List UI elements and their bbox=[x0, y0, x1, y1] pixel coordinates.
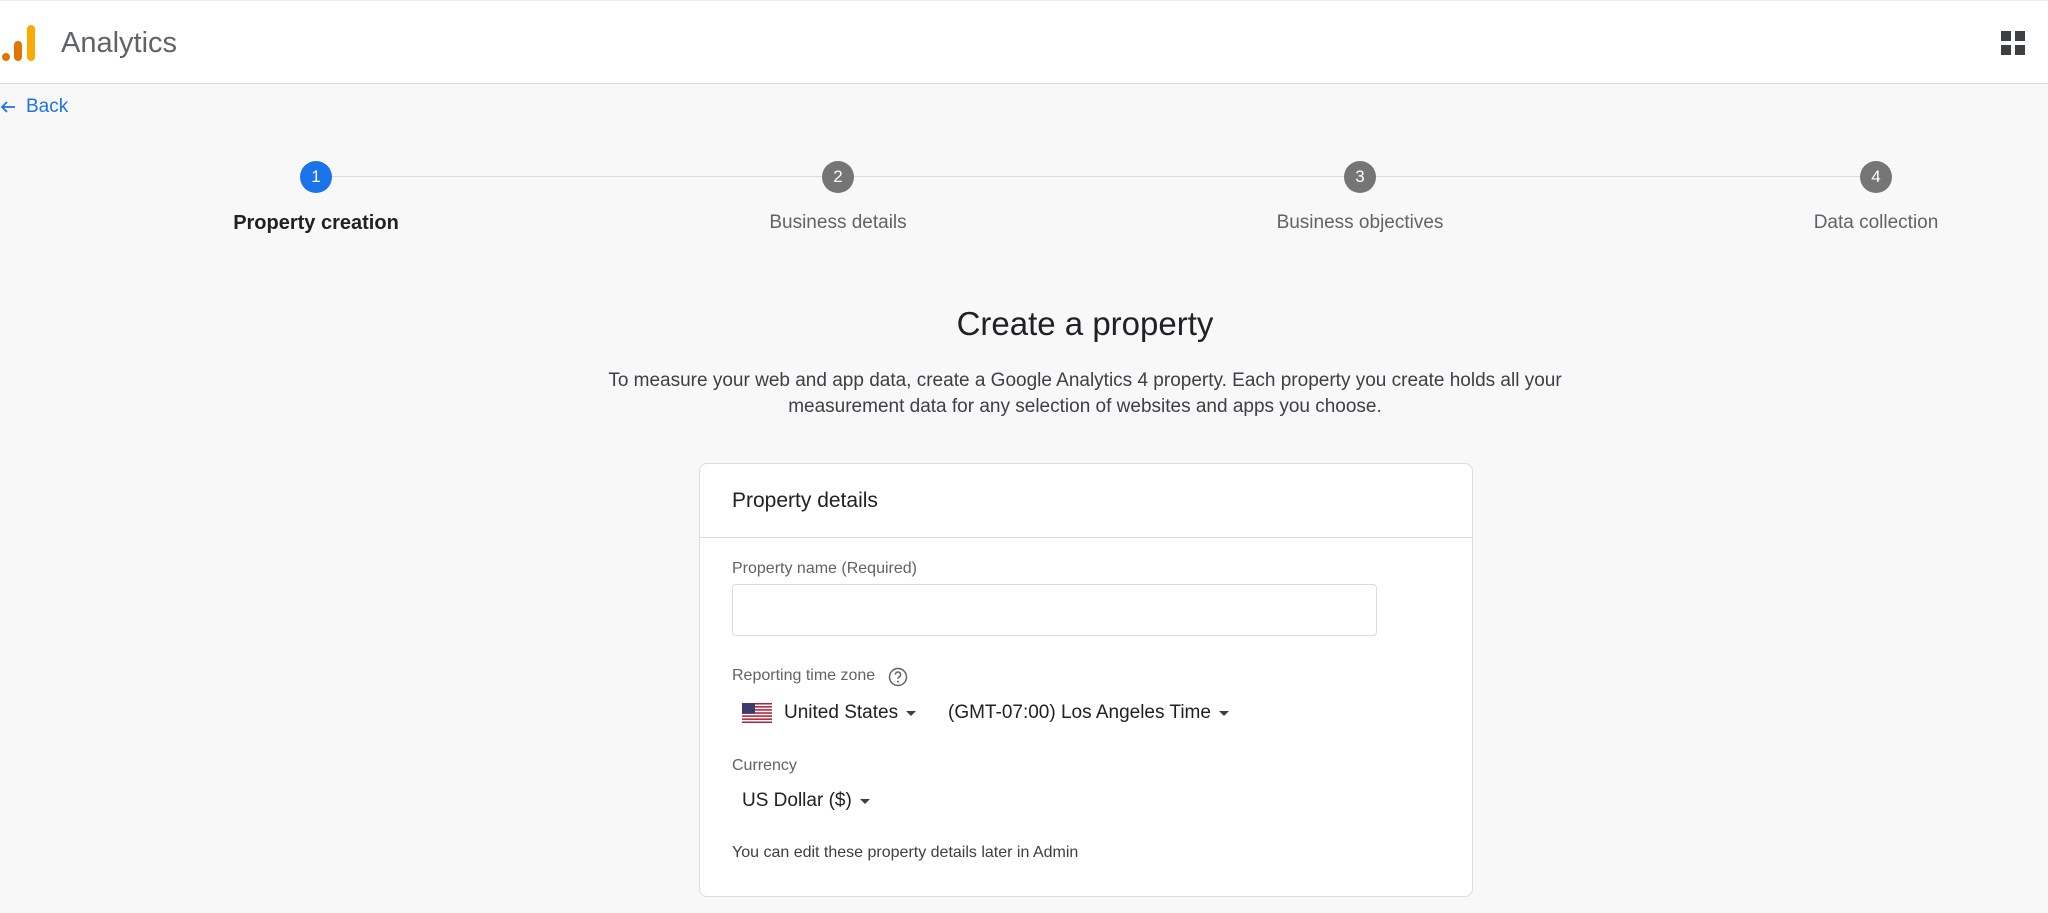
stepper: 1 2 3 4 Property creation Business detai… bbox=[0, 0, 2048, 260]
step-connector bbox=[854, 176, 1344, 177]
step-2-indicator: 2 bbox=[822, 161, 854, 193]
step-4-indicator: 4 bbox=[1860, 161, 1892, 193]
currency-value: US Dollar ($) bbox=[742, 790, 852, 811]
timezone-label: Reporting time zone bbox=[732, 667, 876, 684]
step-4-label: Data collection bbox=[1813, 212, 1939, 233]
property-name-input[interactable] bbox=[732, 584, 1377, 636]
edit-later-note: You can edit these property details late… bbox=[732, 844, 1079, 861]
us-flag-icon bbox=[742, 703, 772, 723]
step-connector bbox=[1376, 176, 1860, 177]
country-value: United States bbox=[784, 702, 899, 723]
caret-down-icon bbox=[1218, 710, 1229, 716]
timezone-dropdown[interactable]: (GMT-07:00) Los Angeles Time bbox=[948, 698, 1229, 728]
country-dropdown[interactable]: United States bbox=[742, 698, 917, 728]
property-details-card: Property details Property name (Required… bbox=[699, 463, 1473, 897]
help-icon[interactable] bbox=[888, 667, 908, 687]
step-3-label: Business objectives bbox=[1276, 212, 1444, 233]
caret-down-icon bbox=[859, 798, 870, 804]
step-2-label: Business details bbox=[769, 212, 907, 233]
currency-dropdown[interactable]: US Dollar ($) bbox=[742, 786, 870, 816]
step-connector bbox=[332, 176, 822, 177]
step-3-indicator: 3 bbox=[1344, 161, 1376, 193]
property-name-label: Property name (Required) bbox=[732, 560, 917, 577]
step-1-label: Property creation bbox=[233, 212, 399, 234]
currency-label: Currency bbox=[732, 757, 797, 774]
timezone-value: (GMT-07:00) Los Angeles Time bbox=[948, 702, 1211, 723]
page-title: Create a property bbox=[956, 305, 1214, 342]
card-title: Property details bbox=[700, 464, 1472, 538]
caret-down-icon bbox=[906, 710, 917, 716]
page-description: To measure your web and app data, create… bbox=[608, 370, 1562, 417]
step-1-indicator: 1 bbox=[300, 161, 332, 193]
